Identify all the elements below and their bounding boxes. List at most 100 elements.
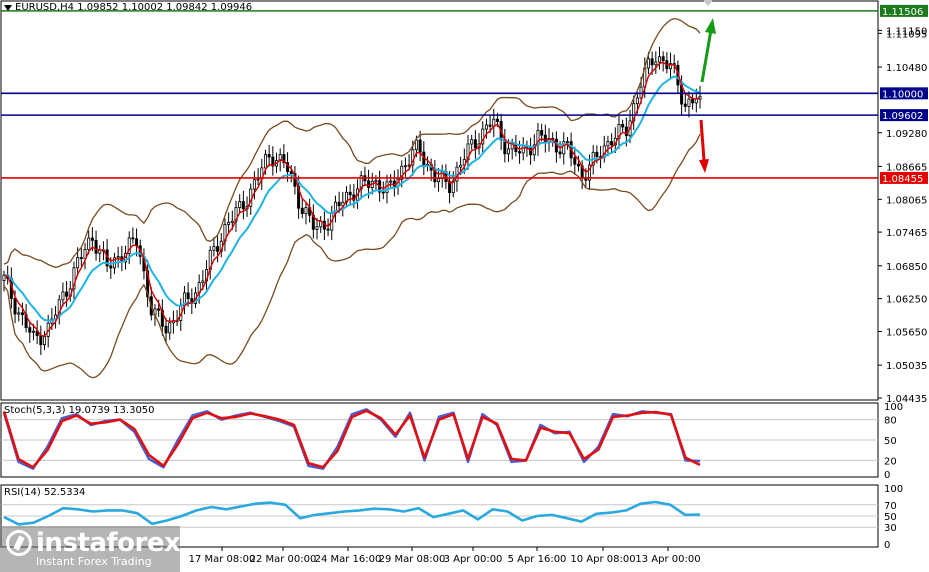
- candle-body: [470, 139, 474, 145]
- osc-y-tick-label: 0: [884, 540, 890, 551]
- candle-body: [687, 98, 691, 107]
- candle-body: [691, 98, 695, 104]
- dropdown-triangle-icon[interactable]: [4, 4, 12, 11]
- candle-body: [606, 141, 610, 147]
- candle-body: [459, 164, 463, 168]
- candle-body: [610, 141, 614, 146]
- time-axis-label: 24 Mar 16:00: [315, 554, 382, 565]
- level-price-tag-label: 1.10000: [882, 89, 923, 100]
- chart-background: [0, 0, 929, 572]
- level-price-tag-label: 1.08455: [882, 174, 923, 185]
- time-axis-label: 29 Mar 08:00: [379, 554, 446, 565]
- candle-body: [437, 178, 441, 183]
- candle-body: [326, 228, 330, 231]
- price-y-tick-label: 1.06850: [886, 262, 927, 273]
- candle-body: [252, 179, 256, 190]
- candle-body: [65, 291, 69, 297]
- price-y-tick-label: 1.11095: [886, 29, 927, 40]
- candle-body: [267, 154, 271, 158]
- watermark-brand: instaforex: [36, 528, 181, 558]
- candle-body: [241, 201, 245, 210]
- level-price-tag-label: 1.11506: [882, 7, 923, 18]
- price-y-tick-label: 1.05650: [886, 327, 927, 338]
- candle-body: [28, 327, 32, 333]
- candle-body: [168, 322, 172, 334]
- candle-body: [661, 56, 665, 62]
- candle-body: [374, 180, 378, 183]
- candle-body: [304, 207, 308, 214]
- candle-body: [263, 154, 267, 169]
- osc-y-tick-label: 30: [884, 523, 897, 534]
- osc-y-tick-label: 80: [884, 416, 897, 427]
- candle-body: [407, 164, 411, 167]
- candle-body: [694, 98, 698, 104]
- candle-body: [201, 280, 205, 284]
- candle-body: [518, 151, 522, 154]
- candle-body: [521, 145, 525, 154]
- candle-body: [87, 237, 91, 250]
- candle-body: [164, 325, 168, 334]
- candle-body: [131, 237, 135, 240]
- candle-body: [43, 336, 47, 346]
- time-axis-label: 5 Apr 16:00: [508, 554, 567, 565]
- candle-body: [573, 157, 577, 165]
- osc-y-tick-label: 20: [884, 456, 897, 467]
- candle-body: [646, 58, 650, 69]
- candle-body: [230, 220, 234, 223]
- candle-body: [488, 124, 492, 127]
- candle-body: [79, 257, 83, 259]
- candle-body: [595, 151, 599, 158]
- candle-body: [13, 298, 17, 315]
- osc-y-tick-label: 50: [884, 436, 897, 447]
- symbol-ohlc-label: EURUSD,H4 1.09852 1.10002 1.09842 1.0994…: [15, 2, 253, 13]
- candle-body: [238, 201, 242, 208]
- candle-body: [683, 103, 687, 107]
- candle-body: [650, 58, 654, 66]
- candle-body: [348, 191, 352, 196]
- instaforex-logo-icon: [6, 530, 32, 556]
- time-axis-label: 22 Mar 00:00: [250, 554, 317, 565]
- candle-body: [381, 191, 385, 194]
- price-y-tick-label: 1.10480: [886, 63, 927, 74]
- candle-body: [157, 308, 161, 311]
- candle-body: [576, 163, 580, 167]
- time-axis-label: 3 Apr 00:00: [444, 554, 503, 565]
- candle-body: [31, 330, 35, 333]
- candle-body: [116, 256, 120, 259]
- candle-body: [17, 312, 21, 315]
- candle-body: [543, 134, 547, 143]
- candle-body: [473, 139, 477, 149]
- candle-body: [654, 61, 658, 66]
- candle-body: [90, 237, 94, 241]
- candle-body: [418, 139, 422, 153]
- osc-y-tick-label: 100: [884, 484, 903, 495]
- candle-body: [98, 249, 102, 254]
- candle-body: [414, 139, 418, 151]
- candle-body: [289, 171, 293, 175]
- candle-body: [212, 246, 216, 251]
- candle-body: [109, 265, 113, 269]
- candle-body: [635, 97, 639, 105]
- time-axis-label: 13 Apr 00:00: [635, 554, 700, 565]
- candle-body: [94, 239, 98, 254]
- candle-body: [227, 222, 231, 225]
- watermark: instaforex Instant Forex Trading: [6, 528, 181, 568]
- price-y-tick-label: 1.06250: [886, 295, 927, 306]
- candle-body: [186, 292, 190, 299]
- osc-y-tick-label: 100: [884, 402, 903, 413]
- candle-body: [315, 226, 319, 230]
- chart-header: EURUSD,H4 1.09852 1.10002 1.09842 1.0994…: [4, 2, 252, 13]
- candle-body: [256, 178, 260, 181]
- candle-body: [20, 312, 24, 316]
- stoch-title: Stoch(5,3,3) 19.0739 13.3050: [4, 405, 155, 416]
- price-y-tick-label: 1.07465: [886, 228, 927, 239]
- candle-body: [403, 165, 407, 168]
- candle-body: [39, 335, 43, 346]
- candle-body: [300, 207, 304, 214]
- candle-body: [484, 124, 488, 130]
- candle-body: [657, 56, 661, 63]
- candle-body: [389, 180, 393, 183]
- candle-body: [61, 291, 65, 301]
- candle-body: [507, 148, 511, 155]
- osc-y-tick-label: 50: [884, 512, 897, 523]
